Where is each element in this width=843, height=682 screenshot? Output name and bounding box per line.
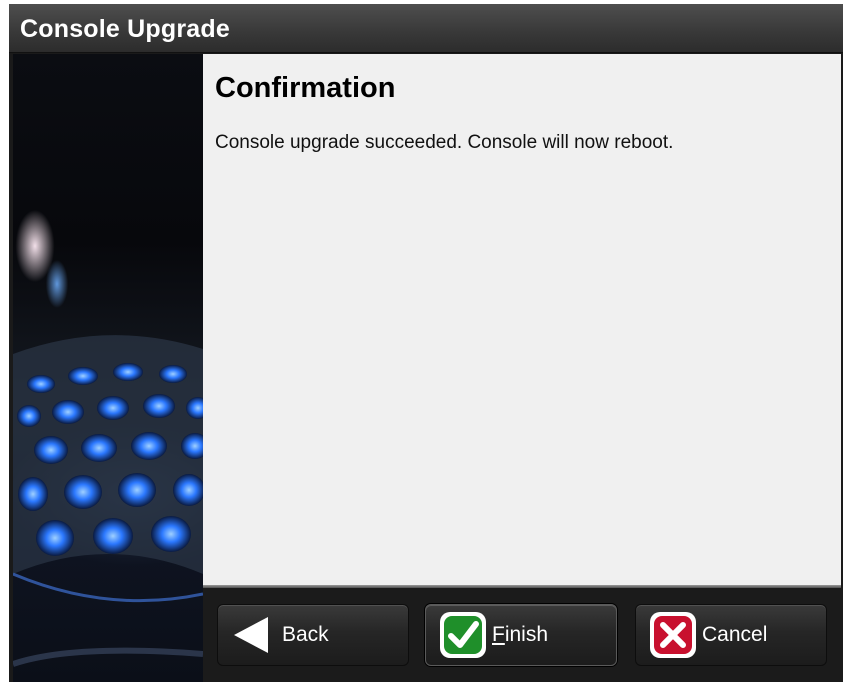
back-button[interactable]: Back — [217, 604, 409, 666]
finish-mnemonic: F — [492, 623, 505, 646]
button-bar: Back Finish Cancel — [203, 588, 843, 682]
page-heading: Confirmation — [215, 72, 396, 104]
finish-button-label: Finish — [492, 623, 548, 647]
cancel-button[interactable]: Cancel — [635, 604, 827, 666]
cancel-button-label: Cancel — [702, 623, 768, 646]
back-button-label: Back — [282, 623, 329, 646]
back-arrow-icon — [232, 615, 270, 655]
content-panel: Confirmation Console upgrade succeeded. … — [203, 54, 841, 585]
console-upgrade-window: Console Upgrade Confirmation Console upg… — [9, 4, 843, 682]
side-banner-image — [13, 54, 203, 682]
vent-holes-graphic — [13, 335, 203, 667]
finish-button[interactable]: Finish — [425, 604, 617, 666]
finish-label-rest: inish — [504, 623, 549, 646]
title-bar[interactable]: Console Upgrade — [9, 4, 843, 53]
close-x-icon — [648, 610, 698, 660]
checkmark-icon — [438, 610, 488, 660]
confirmation-message: Console upgrade succeeded. Console will … — [215, 132, 674, 153]
window-title: Console Upgrade — [20, 15, 230, 43]
